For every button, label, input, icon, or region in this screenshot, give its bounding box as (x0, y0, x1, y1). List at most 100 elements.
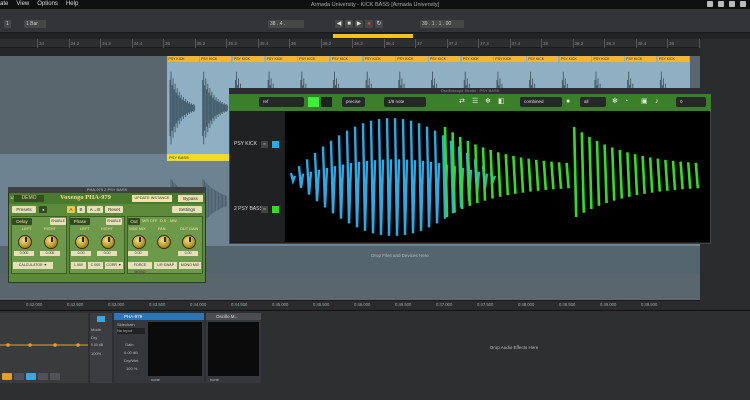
kick-clip-header[interactable]: PSY KICK (657, 56, 689, 62)
timebase-select[interactable]: 1/8 note (384, 97, 426, 107)
rewind-icon[interactable]: ◀ (335, 20, 343, 28)
phase-l-field[interactable]: L 000 (71, 262, 86, 269)
kick-clip-header[interactable]: PSY KICK (298, 56, 330, 62)
phase-right-knob[interactable] (101, 235, 115, 249)
bypass-button[interactable]: Bypass (178, 195, 203, 202)
kick-clip-header[interactable]: PSY KICK (592, 56, 624, 62)
pha979-device-title[interactable]: PHA-979 (114, 313, 204, 320)
camera-icon[interactable]: ▣ (641, 98, 648, 106)
kick-clip-header[interactable]: PSY KICK (265, 56, 297, 62)
oscilloscope-device-display[interactable] (208, 322, 259, 376)
color-swatch[interactable] (308, 97, 319, 107)
delay-right-knob[interactable] (44, 235, 58, 249)
automation-button-4[interactable] (38, 373, 48, 380)
freeze-icon[interactable]: ❄ (485, 98, 491, 106)
stop-icon[interactable]: ■ (345, 20, 353, 28)
corr-select[interactable]: CORR ▼ (105, 262, 123, 269)
trigger-field[interactable]: 0 (676, 97, 706, 107)
force-mono-button[interactable]: FORCE MONO (128, 262, 152, 274)
pha979-device-display[interactable] (148, 322, 202, 376)
overlay-icon[interactable]: ◧ (498, 98, 505, 106)
kick-clip-header[interactable]: PSY KICK (330, 56, 363, 62)
side-mix-knob[interactable] (132, 235, 146, 249)
track-bass-mute[interactable]: m (261, 206, 268, 213)
out-gain-knob[interactable] (182, 235, 196, 249)
loop-icon[interactable]: ↻ (375, 20, 383, 28)
play-icon[interactable]: ▶ (355, 20, 363, 28)
inspector-marker[interactable] (97, 316, 105, 322)
kick-clip-header[interactable]: PSY KICK (625, 56, 657, 62)
reference-select[interactable]: ref (259, 97, 304, 107)
drywet-value[interactable]: 100 % (126, 366, 137, 371)
automation-button-2[interactable] (14, 373, 24, 380)
reset-button[interactable]: Reset (105, 206, 123, 213)
snowflake-icon[interactable]: ✻ (612, 98, 618, 106)
lr-swap-button[interactable]: L/R SWAP (154, 262, 177, 269)
drop-effects-zone[interactable]: Drop Audio Effects Here (490, 345, 538, 350)
out-gain-value[interactable]: 0.00 (178, 251, 198, 256)
track-bass-color[interactable] (272, 206, 279, 213)
oscilloscope-device-title[interactable]: Oscillo M... (206, 313, 261, 320)
ab-a-button[interactable]: A (67, 206, 75, 213)
kick-clip-header[interactable]: PSY KICK (429, 56, 461, 62)
out-tab[interactable]: Out (128, 218, 140, 225)
side-mix-value[interactable]: 0.00 (128, 251, 148, 256)
back-icon[interactable]: ◂ (39, 206, 47, 213)
update-instance-button[interactable]: UPDATE INSTANCE (132, 195, 172, 202)
automation-button-1[interactable] (2, 373, 12, 380)
pha979-none[interactable]: none (151, 377, 160, 382)
channel-select[interactable]: all (580, 97, 606, 107)
sidechain-select[interactable]: No input (117, 328, 145, 334)
palette-icon[interactable]: ◔ (624, 98, 628, 106)
mode-select[interactable]: precise (342, 97, 365, 107)
delay-left-value[interactable]: 0.000 (14, 251, 34, 256)
grid-size-select[interactable]: 1 Bar (24, 20, 46, 28)
kick-clip-header[interactable]: PSY KICK (494, 56, 526, 62)
stack-icon[interactable]: ☰ (472, 98, 478, 106)
kick-clip-header[interactable]: PSY KICK (167, 56, 199, 62)
music-note-icon[interactable]: ♪ (655, 98, 659, 106)
tempo-field[interactable]: 38 . 4 . (268, 20, 304, 28)
record-icon[interactable]: ● (365, 20, 373, 28)
position-field[interactable]: 39 . 1 . 1 . 00 (420, 20, 464, 28)
ab-copy-button[interactable]: A→B (87, 206, 103, 213)
phase-enable-button[interactable]: ENABLE (106, 218, 122, 225)
ab-b-button[interactable]: B (77, 206, 85, 213)
flip-icon[interactable]: ⇄ (459, 98, 465, 106)
oscilloscope-display[interactable] (285, 111, 710, 242)
loop-region[interactable] (333, 34, 413, 38)
kick-clip-header[interactable]: PSY KICK (559, 56, 591, 62)
kick-clip-header[interactable]: PSY KICK (396, 56, 428, 62)
phase-left-knob[interactable] (75, 235, 89, 249)
oscilloscope-none[interactable]: none (210, 377, 219, 382)
inspector-gain[interactable]: 0.00 dB (91, 343, 103, 347)
kick-clip-header[interactable]: PSY KICK (363, 56, 395, 62)
delay-right-value[interactable]: 0.000 (40, 251, 60, 256)
kick-clip-header[interactable]: PSY KICK (232, 56, 265, 62)
track-kick-mute[interactable]: m (261, 141, 268, 148)
mono-mix-button[interactable]: MONO MIX (179, 262, 201, 269)
phase-tab[interactable]: Phase (70, 218, 90, 225)
phase-right-value[interactable]: 0.00 (97, 251, 117, 256)
automation-button-5[interactable] (50, 373, 60, 380)
kick-clip-header[interactable]: PSY KICK (200, 56, 232, 62)
phase-left-value[interactable]: 0.00 (71, 251, 91, 256)
automation-curve[interactable] (0, 320, 88, 370)
track-kick-color[interactable] (272, 141, 279, 148)
automation-button-3[interactable] (26, 373, 36, 380)
presets-button[interactable]: Presets (12, 206, 36, 213)
calculator-select[interactable]: CALCULATOR ▼ (13, 262, 53, 269)
phase-c-field[interactable]: C 000 (88, 262, 103, 269)
settings-button[interactable]: Settings (172, 206, 202, 213)
pan-knob[interactable] (157, 235, 171, 249)
kick-clip-header[interactable]: PSY KICK (461, 56, 493, 62)
drop-zone[interactable]: Drop Files and Devices Here (230, 246, 570, 266)
inspector-mix[interactable]: 100% (91, 351, 101, 356)
delay-enable-button[interactable]: ENABLE (50, 218, 66, 225)
delay-left-knob[interactable] (18, 235, 32, 249)
kick-clip-header[interactable]: PSY KICK (527, 56, 559, 62)
beat-ruler[interactable]: 34 34.2 34.3 34.4 35 35.2 35.3 35.4 36 36.2 36.3 36… (0, 39, 709, 48)
snap-toggle[interactable]: 1 (4, 20, 11, 28)
delay-tab[interactable]: Delay (12, 218, 32, 225)
gain-value[interactable]: 0.00 dB (124, 350, 138, 355)
